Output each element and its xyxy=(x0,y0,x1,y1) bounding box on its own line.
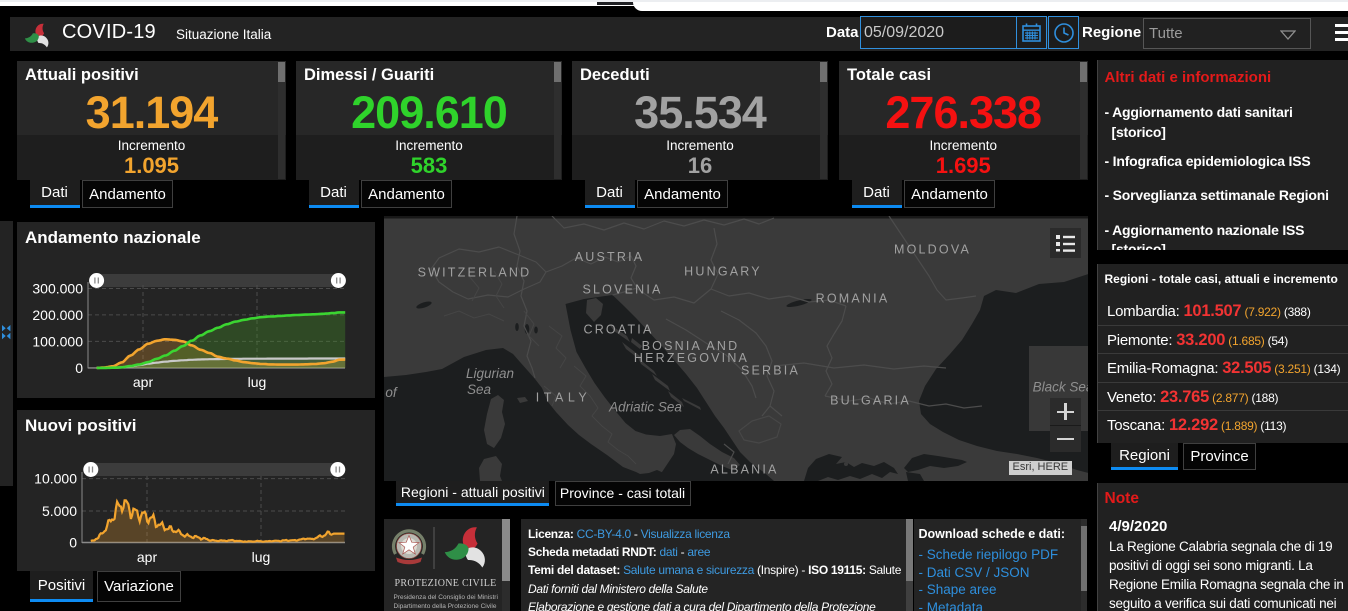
svg-text:ROMANIA: ROMANIA xyxy=(815,292,889,306)
svg-text:100.000: 100.000 xyxy=(32,333,83,349)
svg-text:SERBIA: SERBIA xyxy=(740,364,799,378)
svg-text:CROATIA: CROATIA xyxy=(583,323,653,337)
svg-text:10.000: 10.000 xyxy=(34,471,77,487)
svg-text:apr: apr xyxy=(133,374,154,390)
svg-text:MOLDOVA: MOLDOVA xyxy=(894,243,971,257)
svg-text:300.000: 300.000 xyxy=(32,280,83,296)
svg-text:Adriatic Sea: Adriatic Sea xyxy=(608,400,682,415)
svg-text:0: 0 xyxy=(69,535,77,551)
svg-text:lug: lug xyxy=(252,549,271,565)
svg-text:ITALY: ITALY xyxy=(535,391,590,405)
svg-text:apr: apr xyxy=(137,549,158,565)
svg-text:HUNGARY: HUNGARY xyxy=(684,265,762,279)
svg-text:Ligurian: Ligurian xyxy=(465,366,513,381)
svg-text:of: of xyxy=(385,385,398,400)
svg-text:SWITZERLAND: SWITZERLAND xyxy=(417,266,531,280)
svg-text:Black Sea: Black Sea xyxy=(1032,380,1088,395)
svg-text:SLOVENIA: SLOVENIA xyxy=(582,283,662,297)
svg-text:0: 0 xyxy=(75,359,83,375)
svg-text:HERZEGOVINA: HERZEGOVINA xyxy=(633,351,748,365)
svg-text:AUSTRIA: AUSTRIA xyxy=(574,250,644,264)
svg-text:ALBANIA: ALBANIA xyxy=(710,463,778,477)
svg-text:lug: lug xyxy=(248,374,267,390)
svg-text:Sea: Sea xyxy=(466,382,491,397)
svg-text:BULGARIA: BULGARIA xyxy=(830,394,911,408)
svg-text:5.000: 5.000 xyxy=(42,503,77,519)
svg-text:200.000: 200.000 xyxy=(32,306,83,322)
